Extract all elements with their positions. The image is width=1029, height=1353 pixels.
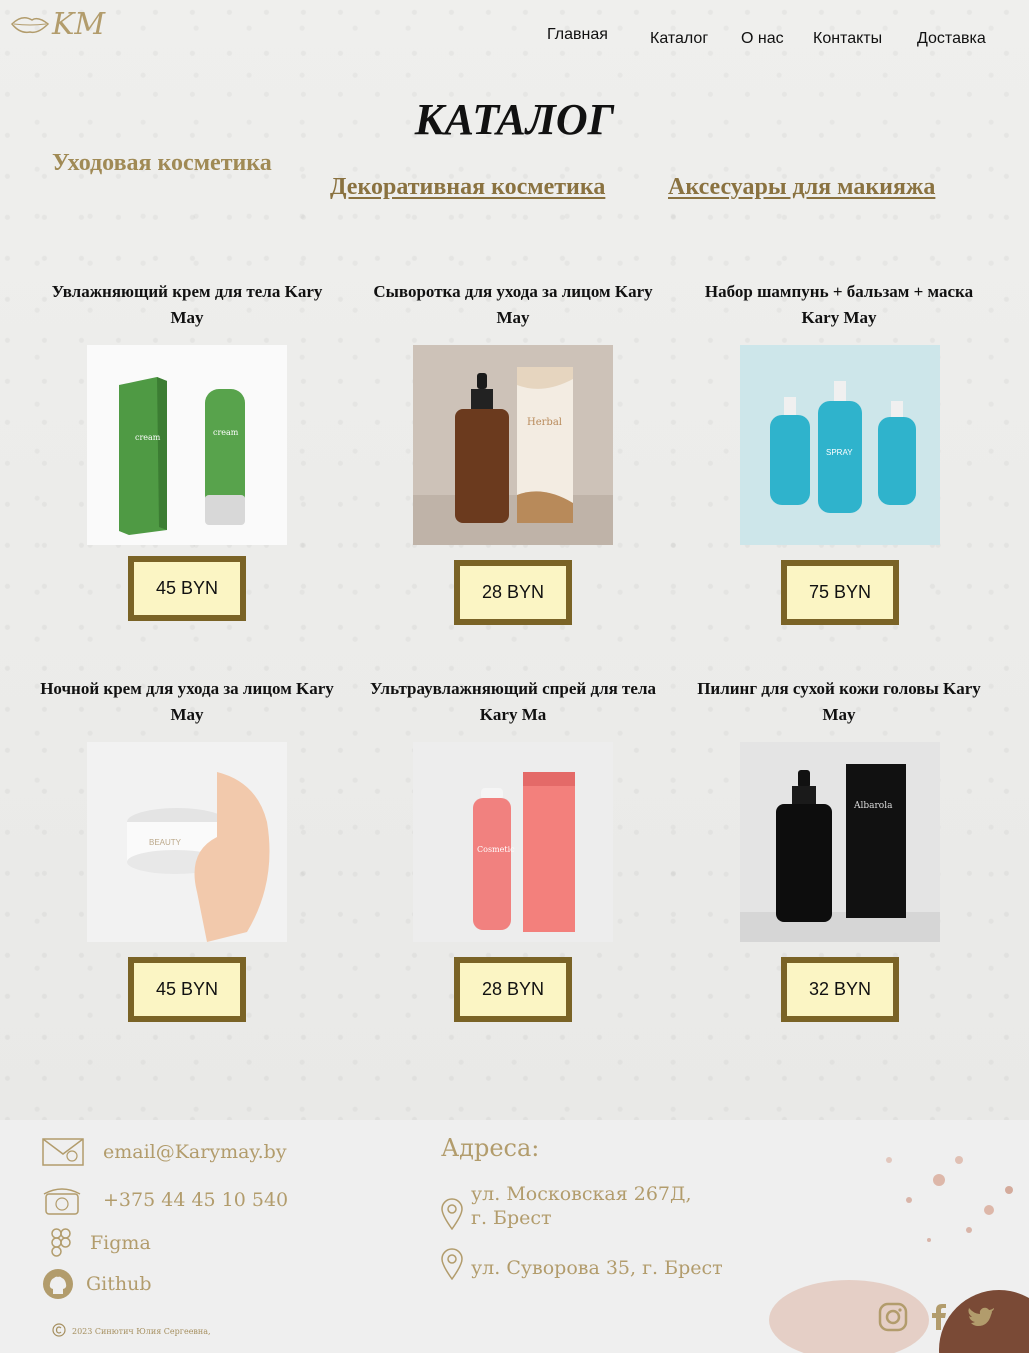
twitter-icon[interactable] bbox=[966, 1302, 996, 1332]
phone-text: +375 44 45 10 540 bbox=[103, 1189, 289, 1211]
product-title: Ночной крем для ухода за лицом Kary May bbox=[40, 679, 334, 724]
location-pin-icon bbox=[441, 1198, 463, 1235]
copyright-icon bbox=[52, 1323, 66, 1339]
tab-care-cosmetics[interactable]: Уходовая косметика bbox=[52, 150, 272, 177]
price-button[interactable]: 32 BYN bbox=[781, 957, 899, 1022]
product-image-shampoo-set[interactable]: SPRAY bbox=[740, 345, 940, 545]
product-title: Набор шампунь + бальзам + маска Kary May bbox=[704, 282, 974, 327]
nav-delivery[interactable]: Доставка bbox=[917, 30, 986, 48]
figma-text: Figma bbox=[90, 1232, 151, 1254]
product-image-body-cream[interactable]: cream cream bbox=[87, 345, 287, 545]
envelope-icon bbox=[42, 1138, 84, 1166]
addresses-title: Адреса: bbox=[441, 1134, 540, 1162]
price-button[interactable]: 45 BYN bbox=[128, 556, 246, 621]
svg-text:cream: cream bbox=[135, 433, 161, 442]
telephone-icon bbox=[42, 1184, 82, 1216]
tab-makeup-accessories[interactable]: Аксесуары для макияжа bbox=[668, 174, 935, 201]
price-button[interactable]: 45 BYN bbox=[128, 957, 246, 1022]
main-nav: Главная Каталог О нас Контакты Доставка bbox=[540, 26, 1010, 56]
footer-github-link[interactable]: Github bbox=[42, 1268, 152, 1300]
logo-text: KM bbox=[51, 7, 106, 42]
product-image-scalp-peeling[interactable]: Albarola bbox=[740, 742, 940, 942]
svg-text:Cosmetic: Cosmetic bbox=[477, 845, 515, 854]
product-title: Ультраувлажняющий спрей для тела Kary Ma bbox=[370, 679, 656, 724]
nav-home[interactable]: Главная bbox=[547, 26, 608, 44]
nav-catalog[interactable]: Каталог bbox=[650, 30, 708, 48]
copyright-text: 2023 Синютич Юлия Сергеевна, bbox=[72, 1326, 211, 1336]
address-1: ул. Московская 267Д, г. Брест bbox=[471, 1183, 692, 1229]
page-title: КАТАЛОГ bbox=[414, 95, 615, 144]
svg-text:SPRAY: SPRAY bbox=[826, 448, 853, 457]
location-pin-icon bbox=[441, 1248, 463, 1285]
site-logo[interactable]: KM bbox=[8, 4, 130, 44]
figma-icon bbox=[50, 1228, 72, 1258]
svg-text:BEAUTY: BEAUTY bbox=[149, 838, 182, 847]
product-image-body-spray[interactable]: Cosmetic bbox=[413, 742, 613, 942]
email-text: email@Karymay.by bbox=[103, 1141, 287, 1163]
lips-logo-icon: KM bbox=[10, 7, 106, 42]
address-2: ул. Суворова 35, г. Брест bbox=[471, 1257, 723, 1279]
nav-contacts[interactable]: Контакты bbox=[813, 30, 882, 48]
footer-phone[interactable]: +375 44 45 10 540 bbox=[42, 1184, 288, 1216]
site-footer: email@Karymay.by +375 44 45 10 540 Figma… bbox=[0, 1120, 1029, 1353]
product-title: Увлажняющий крем для тела Kary May bbox=[51, 282, 323, 327]
price-button[interactable]: 28 BYN bbox=[454, 560, 572, 625]
svg-text:Albarola: Albarola bbox=[853, 801, 893, 811]
price-button[interactable]: 28 BYN bbox=[454, 957, 572, 1022]
footer-email[interactable]: email@Karymay.by bbox=[42, 1138, 287, 1166]
facebook-icon[interactable] bbox=[924, 1302, 954, 1332]
product-title: Сыворотка для ухода за лицом Kary May bbox=[373, 282, 653, 327]
price-button[interactable]: 75 BYN bbox=[781, 560, 899, 625]
instagram-icon[interactable] bbox=[878, 1302, 908, 1332]
github-icon bbox=[42, 1268, 74, 1300]
copyright: 2023 Синютич Юлия Сергеевна, bbox=[52, 1323, 211, 1339]
svg-text:cream: cream bbox=[213, 428, 239, 437]
footer-figma-link[interactable]: Figma bbox=[50, 1228, 151, 1258]
github-text: Github bbox=[86, 1273, 152, 1295]
nav-about[interactable]: О нас bbox=[741, 30, 784, 48]
product-image-serum[interactable]: Herbal bbox=[413, 345, 613, 545]
svg-text:Herbal: Herbal bbox=[527, 417, 562, 428]
product-image-night-cream[interactable]: BEAUTY bbox=[87, 742, 287, 942]
tab-decorative-cosmetics[interactable]: Декоративная косметика bbox=[330, 174, 605, 201]
product-title: Пилинг для сухой кожи головы Kary May bbox=[697, 679, 981, 724]
